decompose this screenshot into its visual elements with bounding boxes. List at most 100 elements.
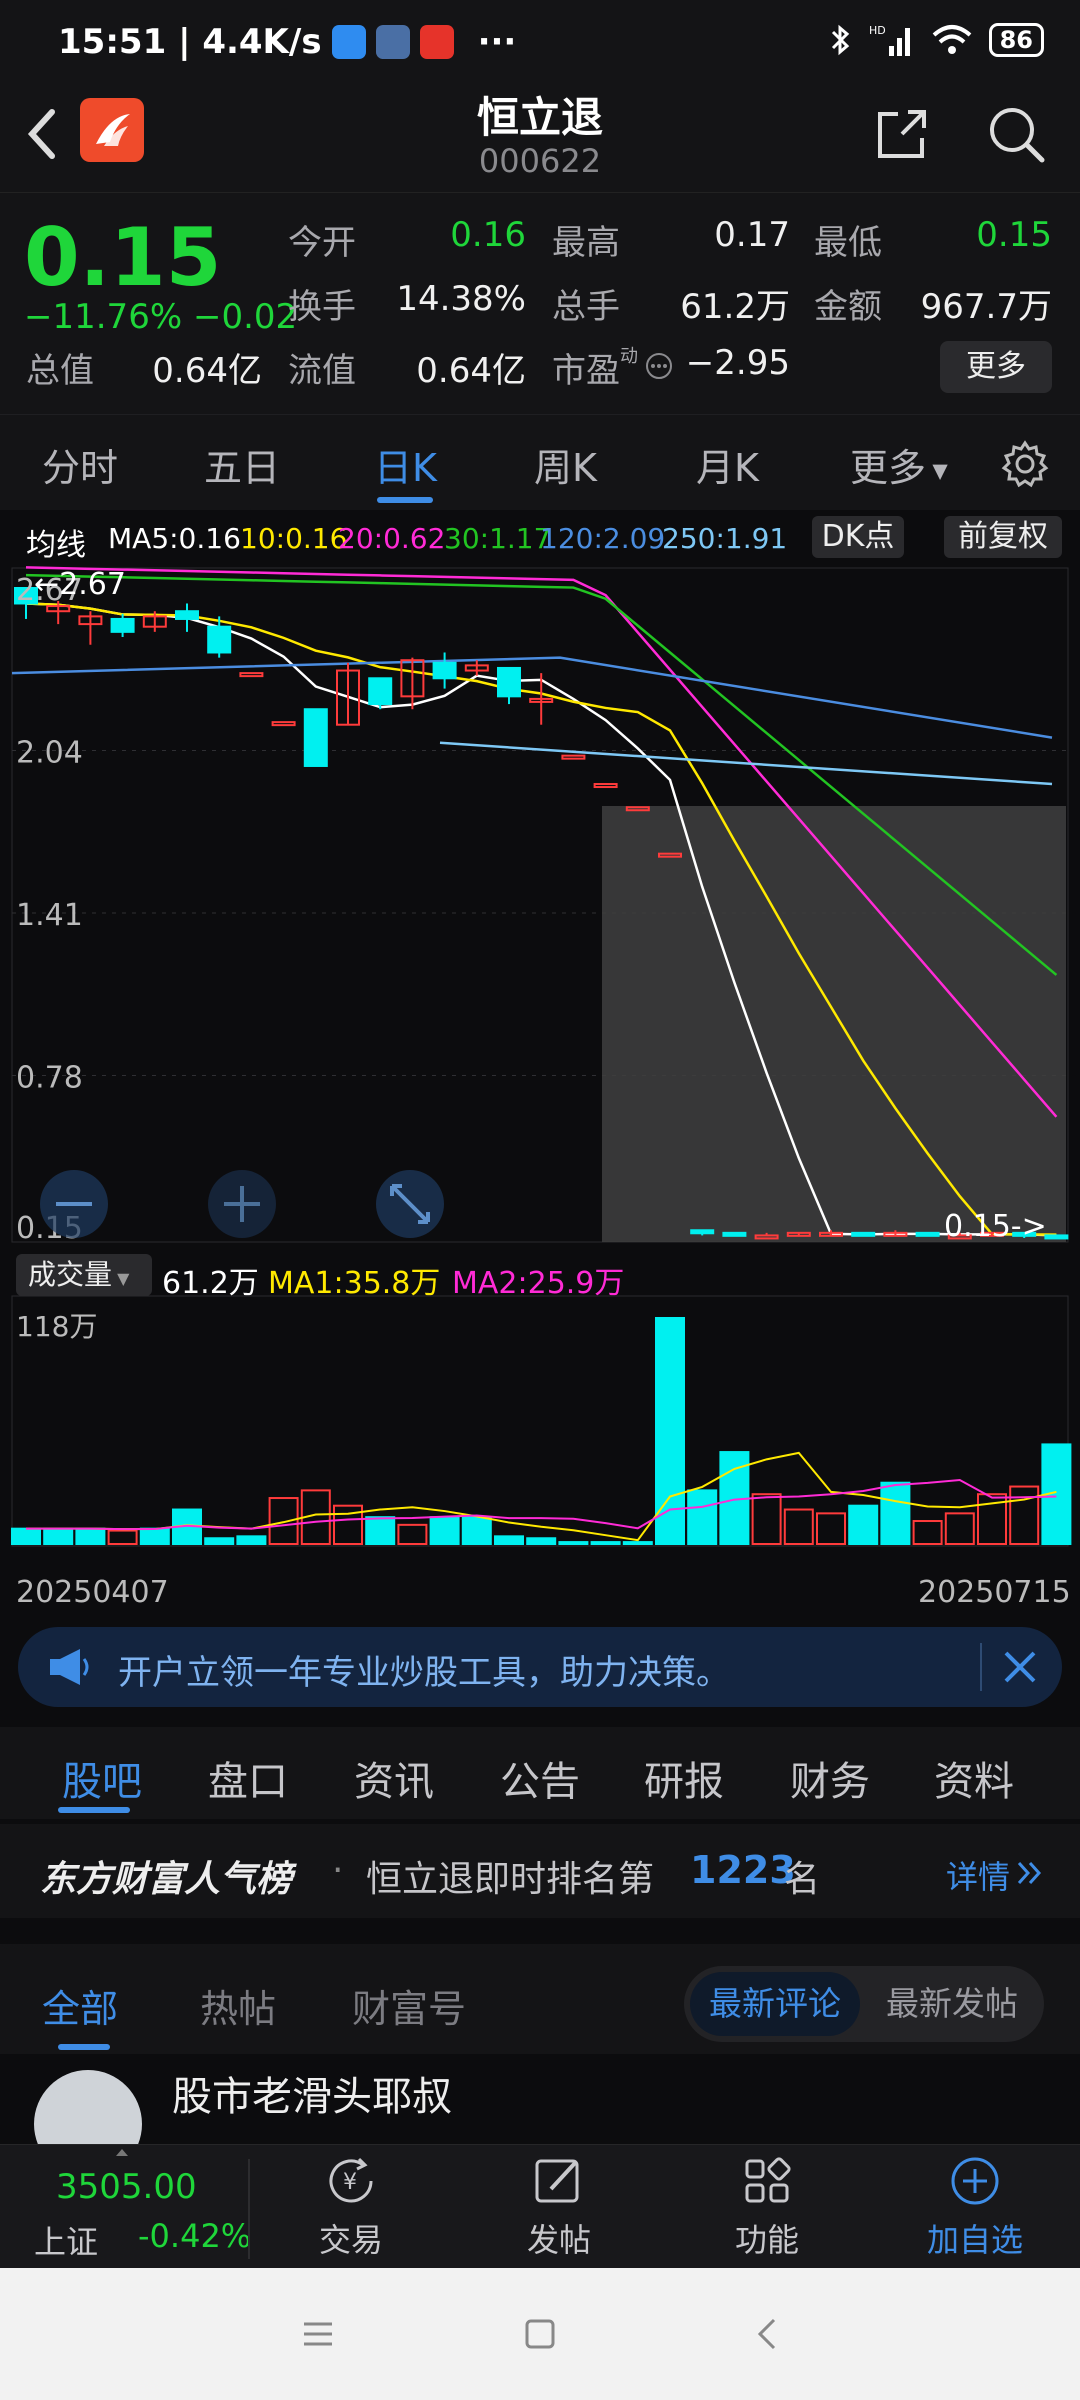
tab-pankou[interactable]: 盘口 xyxy=(208,1749,288,1807)
caret-down-icon: ▼ xyxy=(112,1269,130,1288)
volume-value: 61.2万 xyxy=(680,287,790,327)
sort-toggle: 最新评论 最新发帖 xyxy=(684,1966,1044,2042)
double-chevron-right-icon xyxy=(1017,1861,1042,1885)
candlestick-chart[interactable]: 2.672.041.410.780.15 ←2.67 0.15-> 118万 2… xyxy=(0,566,1080,1666)
tab-intraday[interactable]: 分时 xyxy=(42,437,118,492)
rank-detail-link[interactable]: 详情 xyxy=(946,1852,1010,1898)
volume-bar xyxy=(461,1516,492,1546)
trade-icon: ¥ xyxy=(329,2157,373,2203)
volume-bar xyxy=(558,1541,589,1545)
rank-separator: · xyxy=(332,1850,344,1891)
promo-banner[interactable]: 开户立领一年专业炒股工具，助力决策。 xyxy=(18,1627,1062,1707)
index-value: 3505.00 xyxy=(56,2167,197,2207)
wifi-icon xyxy=(932,25,971,54)
caret-up-icon xyxy=(116,2149,128,2156)
turnover-value: 14.38% xyxy=(396,279,526,319)
rank-brand: 东方财富人气榜 xyxy=(40,1859,293,1900)
sort-latest-post[interactable]: 最新发帖 xyxy=(866,1972,1038,2036)
candle-body xyxy=(561,754,586,760)
volume-bar xyxy=(204,1537,235,1545)
price-change: −11.76% −0.02 xyxy=(24,297,297,337)
candle-body xyxy=(722,1231,747,1237)
promo-text: 开户立领一年专业炒股工具，助力决策。 xyxy=(118,1653,730,1693)
back-nav-icon[interactable] xyxy=(750,2316,786,2352)
tab-weekly-k[interactable]: 周K xyxy=(534,437,597,492)
dk-point-button[interactable]: DK点 xyxy=(812,516,904,558)
rank-suffix: 名 xyxy=(784,1859,821,1900)
candle-body xyxy=(175,610,199,620)
tab-more-periods[interactable]: 更多 ▼ xyxy=(850,437,948,492)
zoom-in-button[interactable] xyxy=(208,1170,276,1238)
back-button[interactable] xyxy=(22,104,62,175)
nav-functions[interactable]: 功能 xyxy=(692,2153,842,2261)
price-axis-label: 1.41 xyxy=(16,898,83,933)
filter-hot[interactable]: 热帖 xyxy=(200,1978,276,2033)
tab-profile[interactable]: 资料 xyxy=(934,1749,1014,1807)
nav-add-watchlist[interactable]: 加自选 xyxy=(900,2153,1050,2261)
volume-bar xyxy=(783,1508,814,1546)
avatar[interactable] xyxy=(34,2070,142,2144)
volume-bar xyxy=(365,1516,396,1546)
tab-research[interactable]: 研报 xyxy=(644,1749,724,1807)
candle-body xyxy=(915,1231,940,1237)
post-author[interactable]: 股市老滑头耶叔 xyxy=(172,2064,452,2122)
price-axis-label: 2.04 xyxy=(16,736,83,771)
tab-guba[interactable]: 股吧 xyxy=(62,1749,142,1807)
volume-ma2: MA2:25.9万 xyxy=(452,1266,625,1301)
highlight-region xyxy=(602,806,1066,1242)
megaphone-icon xyxy=(50,1649,89,1685)
nav-add-watchlist-label: 加自选 xyxy=(926,2221,1023,2259)
date-start: 20250407 xyxy=(16,1575,169,1610)
volume-label: 总手 xyxy=(552,287,620,327)
tab-finance[interactable]: 财务 xyxy=(790,1749,870,1807)
post-preview[interactable]: 股市老滑头耶叔 xyxy=(0,2054,1080,2144)
volume-bar xyxy=(687,1489,718,1545)
tab-five-day[interactable]: 五日 xyxy=(204,437,280,492)
close-icon[interactable] xyxy=(1002,1649,1038,1685)
volume-bar xyxy=(268,1497,299,1545)
volume-bar xyxy=(816,1512,846,1546)
search-button[interactable] xyxy=(984,102,1048,166)
popularity-rank-row[interactable]: 东方财富人气榜 · 恒立退即时排名第 1223 名 详情 xyxy=(0,1824,1080,1918)
app-logo xyxy=(80,98,144,162)
ma250-line xyxy=(439,741,1053,786)
settings-icon[interactable] xyxy=(1000,439,1050,489)
home-icon[interactable] xyxy=(522,2316,558,2352)
index-ticker[interactable]: 3505.00 上证 -0.42% xyxy=(0,2145,252,2269)
sort-latest-comment[interactable]: 最新评论 xyxy=(690,1972,860,2036)
volume-bar xyxy=(333,1504,363,1545)
nav-trade[interactable]: ¥ 交易 xyxy=(276,2153,426,2261)
nav-post-label: 发帖 xyxy=(526,2221,591,2259)
menu-icon[interactable] xyxy=(300,2316,336,2352)
candle-body xyxy=(239,672,264,678)
candle-body xyxy=(303,708,328,767)
more-quote-button[interactable]: 更多 xyxy=(940,341,1052,393)
pe-info-icon[interactable] xyxy=(644,351,674,381)
tab-daily-k[interactable]: 日K xyxy=(374,437,437,492)
tab-monthly-k[interactable]: 月K xyxy=(696,437,759,492)
tab-announcements[interactable]: 公告 xyxy=(500,1749,580,1807)
turnover-label: 换手 xyxy=(288,287,356,327)
svg-text:HD: HD xyxy=(869,24,886,37)
fullscreen-button[interactable] xyxy=(376,1170,444,1238)
filter-wealth-account[interactable]: 财富号 xyxy=(352,1978,466,2033)
ma5-value: MA5:0.16 xyxy=(108,522,241,555)
compose-icon xyxy=(535,2159,579,2203)
zoom-out-button[interactable] xyxy=(40,1170,108,1238)
share-button[interactable] xyxy=(870,102,934,166)
ma120-line xyxy=(11,656,1053,739)
filter-all[interactable]: 全部 xyxy=(42,1978,118,2033)
high-price-marker: ←2.67 xyxy=(34,567,126,602)
volume-bar xyxy=(43,1527,74,1546)
price-adjust-button[interactable]: 前复权 xyxy=(944,516,1062,558)
nav-post[interactable]: 发帖 xyxy=(484,2153,634,2261)
status-bar: 15:51 | 4.4K/s ··· HD 86 xyxy=(0,0,1080,86)
grid-icon xyxy=(745,2157,791,2203)
candle-body xyxy=(207,625,232,654)
tab-news[interactable]: 资讯 xyxy=(354,1749,434,1807)
kline-chart-area[interactable]: 均线 MA5:0.16 10:0.16 20:0.62 30:1.17 120:… xyxy=(0,510,1080,1723)
candle-body xyxy=(110,617,135,633)
index-change: -0.42% xyxy=(138,2217,252,2255)
volume-bar xyxy=(11,1527,41,1546)
volume-indicator-select[interactable]: 成交量 ▼ xyxy=(16,1254,152,1296)
